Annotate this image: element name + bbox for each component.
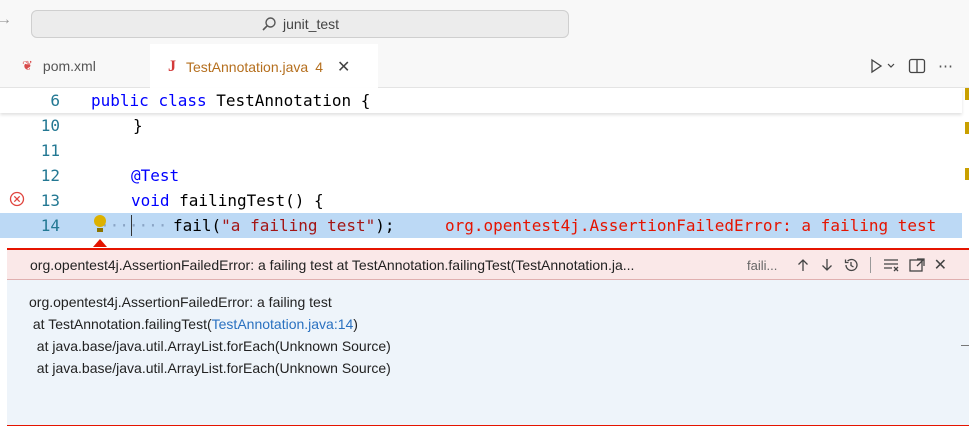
editor-actions: ⋯ [868,44,953,88]
stack-line: at java.base/java.util.ArrayList.forEach… [29,338,391,354]
forward-arrow-icon[interactable]: → [0,11,12,29]
stack-line: at TestAnnotation.failingTest( [29,316,212,332]
tab-test-annotation-java[interactable]: J TestAnnotation.java 4 ✕ [150,44,378,89]
tab-label: TestAnnotation.java [186,58,309,75]
title-bar: → junit_test [0,0,969,44]
problem-count-badge: 4 [315,58,323,75]
maven-feather-icon: ❦ [22,58,33,73]
stack-trace: org.opentest4j.AssertionFailedError: a f… [29,294,391,376]
filter-list-icon[interactable] [882,257,900,273]
code-line: 10 } [0,113,962,138]
code-line: 13 void failingTest() { [0,188,962,213]
peek-title: org.opentest4j.AssertionFailedError: a f… [30,257,635,273]
peek-pointer [93,239,107,247]
test-failed-icon[interactable] [8,191,26,211]
split-editor-icon[interactable] [908,58,926,74]
line-number: 14 [40,216,60,235]
code-text: fail("a failing test"); [173,216,395,235]
tab-pom-xml[interactable]: ❦ pom.xml [0,44,150,88]
inline-error-message: org.opentest4j.AssertionFailedError: a f… [445,216,937,235]
editor-tab-bar: ❦ pom.xml J TestAnnotation.java 4 ✕ [0,44,969,89]
close-tab-icon[interactable]: ✕ [337,57,350,77]
separator [869,257,871,273]
overview-ruler-marker [965,88,969,100]
whitespace-dots: ······· [100,216,168,235]
lightbulb-icon[interactable] [94,215,106,233]
history-icon[interactable] [843,257,859,273]
search-icon [262,17,276,31]
close-icon[interactable]: ✕ [934,255,947,275]
play-icon [871,58,883,74]
line-number: 12 [40,166,60,185]
tab-label: pom.xml [42,58,96,74]
code-text: } [133,116,143,135]
text-cursor [131,215,132,236]
code-line-highlighted: 14 ······· fail("a failing test"); org.o… [0,213,962,238]
run-button[interactable] [868,58,896,74]
peek-subtitle: faili... [747,258,778,273]
arrow-down-icon[interactable] [819,257,835,273]
code-line: 12 @Test [0,163,962,188]
stack-line: at java.base/java.util.ArrayList.forEach… [29,360,391,376]
stack-line: org.opentest4j.AssertionFailedError: a f… [29,294,332,310]
line-number: 6 [50,91,60,110]
code-line: 11 [0,138,962,163]
sticky-scroll-line[interactable]: 6 public class TestAnnotation { [0,88,962,113]
overview-ruler-marker [965,122,969,134]
source-link[interactable]: TestAnnotation.java:14 [212,316,354,332]
open-in-editor-icon[interactable] [908,257,926,273]
peek-actions: ✕ [795,255,947,275]
arrow-up-icon[interactable] [795,257,811,273]
code-text: void failingTest() { [131,191,324,210]
line-number: 13 [40,191,60,210]
search-text: junit_test [282,16,340,32]
code-text: public class TestAnnotation { [91,91,371,110]
code-text: @Test [131,166,180,185]
chevron-down-icon[interactable] [886,61,896,71]
peek-body: org.opentest4j.AssertionFailedError: a f… [7,280,969,426]
command-center-search[interactable]: junit_test [31,10,569,38]
overview-ruler-marker [965,168,969,180]
java-icon: J [168,57,176,75]
line-number: 10 [40,116,60,135]
code-editor[interactable]: 6 public class TestAnnotation { 10 } 11 … [0,88,969,246]
peek-header: org.opentest4j.AssertionFailedError: a f… [7,248,969,280]
scrollbar-edge [961,345,969,346]
more-actions-icon[interactable]: ⋯ [938,57,953,75]
line-number: 11 [40,141,60,160]
